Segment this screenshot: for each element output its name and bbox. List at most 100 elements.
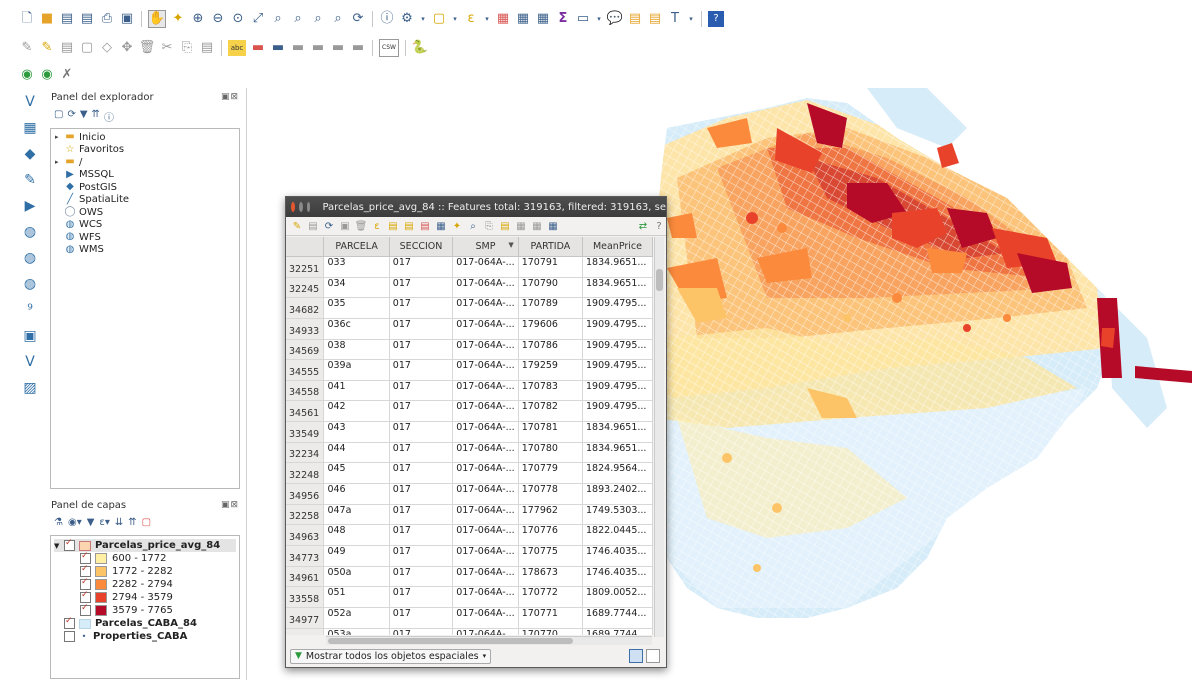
add-wcs-icon[interactable]: ◍ (20, 248, 40, 268)
field-calculator-icon[interactable]: ▦ (546, 219, 560, 233)
table-cell-tail[interactable]: 7 (652, 586, 653, 608)
table-row[interactable]: 34961 050a 017 017-064A-... 178673 1746.4035.… (286, 566, 653, 588)
dock-window-icon[interactable]: ⇄ (636, 219, 650, 233)
zoom-out-icon[interactable]: ⊖ (210, 11, 226, 27)
table-row[interactable]: 33549 043 017 017-064A-... 170781 1834.9651..… (286, 421, 653, 443)
row-header[interactable]: 34963 (286, 524, 325, 546)
deselect-icon[interactable]: ▦ (495, 11, 511, 27)
pan-to-selection-icon[interactable]: ✦ (170, 11, 186, 27)
select-by-expression-icon[interactable]: ε (370, 219, 384, 233)
table-row[interactable]: 34569 038 017 017-064A-... 170786 1909.4795..… (286, 339, 653, 361)
pan-icon[interactable]: ✋ (148, 10, 166, 28)
table-cell-meanprice[interactable]: 1834.9651... (582, 277, 653, 299)
table-cell-parcela[interactable]: 050a (323, 566, 390, 588)
row-header[interactable]: 34569 (286, 339, 325, 361)
browser-item[interactable]: ◍ WMS (55, 244, 239, 257)
select-all-icon[interactable]: ▤ (386, 219, 400, 233)
add-wfs-icon[interactable]: ◍ (20, 274, 40, 294)
table-cell-partida[interactable]: 170776 (518, 524, 584, 546)
table-cell-smp[interactable]: 017-064A-... (452, 586, 519, 608)
label-tool-icon[interactable]: abc (228, 40, 246, 56)
table-row[interactable]: 32245 034 017 017-064A-... 170790 1834.9651..… (286, 277, 653, 299)
save-as-icon[interactable]: ▤ (79, 11, 95, 27)
row-header[interactable]: 34555 (286, 359, 325, 381)
table-cell-parcela[interactable]: 033 (323, 256, 390, 278)
refresh-icon[interactable]: ⟳ (350, 11, 366, 27)
paste-features-icon[interactable]: ▤ (199, 40, 215, 56)
table-cell-seccion[interactable]: 017 (389, 339, 454, 361)
table-cell-tail[interactable]: 9 (652, 524, 653, 546)
horizontal-scrollbar-thumb[interactable] (328, 638, 573, 644)
layer-visibility-checkbox[interactable] (64, 631, 75, 642)
browser-item[interactable]: ◍ WCS (55, 219, 239, 232)
row-header[interactable]: 34977 (286, 607, 325, 629)
column-header-parcela[interactable]: PARCELA (323, 237, 390, 257)
legend-class-checkbox[interactable] (80, 603, 91, 616)
table-cell-meanprice[interactable]: 1834.9651... (582, 256, 653, 278)
table-row[interactable]: 32248 045 017 017-064A-... 170779 1824.9564..… (286, 462, 653, 485)
browser-item[interactable]: ☆ Favoritos (55, 144, 239, 157)
legend-class-checkbox[interactable] (80, 577, 91, 590)
attribute-table-titlebar[interactable]: Parcelas_price_avg_84 :: Features total:… (286, 197, 666, 217)
layer-visibility-checkbox[interactable] (64, 616, 75, 629)
collapse-all-icon[interactable]: ⇈ (128, 517, 136, 528)
column-header-partida[interactable]: PARTIDA (518, 237, 584, 257)
copy-rows-icon[interactable]: ⎘ (482, 219, 496, 233)
table-row[interactable]: 32258 047a 017 017-064A-... 177962 1749.5303.… (286, 504, 653, 526)
table-cell-seccion[interactable]: 017 (389, 277, 454, 299)
table-cell-tail[interactable]: 4 (652, 318, 653, 340)
table-cell-parcela[interactable]: 035 (323, 297, 390, 319)
add-wfs-layer-icon[interactable]: ◉ (39, 67, 55, 83)
change-label-icon[interactable]: ▬ (350, 40, 366, 56)
table-cell-seccion[interactable]: 017 (389, 566, 454, 588)
browser-item[interactable]: ╱ SpatiaLite (55, 194, 239, 207)
show-bookmarks-icon[interactable]: ▤ (647, 11, 663, 27)
table-cell-parcela[interactable]: 042 (323, 400, 390, 423)
add-mssql-layer-icon[interactable]: ▶ (20, 196, 40, 216)
table-cell-seccion[interactable]: 017 (389, 628, 454, 635)
table-cell-parcela[interactable]: 044 (323, 442, 390, 464)
table-cell-tail[interactable]: 6 (652, 566, 653, 588)
table-cell-partida[interactable]: 170791 (518, 256, 584, 278)
invert-selection-icon[interactable]: ▤ (402, 219, 416, 233)
help-icon[interactable]: ? (652, 219, 666, 233)
table-cell-seccion[interactable]: 017 (389, 380, 454, 402)
layers-panel-controls[interactable]: ▣⊠ (221, 500, 239, 510)
feature-filter-dropdown[interactable]: ▼ Mostrar todos los objetos espaciales ▾ (290, 648, 492, 664)
column-header-meanprice[interactable]: MeanPrice (582, 237, 653, 257)
table-cell-partida[interactable]: 170780 (518, 442, 584, 464)
zoom-in-icon[interactable]: ⊕ (190, 11, 206, 27)
table-cell-partida[interactable]: 178673 (518, 566, 584, 588)
add-virtual-layer-icon[interactable]: ▣ (20, 326, 40, 346)
table-cell-parcela[interactable]: 049 (323, 545, 390, 567)
table-cell-tail[interactable]: 1 (652, 462, 653, 485)
table-cell-parcela[interactable]: 048 (323, 524, 390, 546)
table-row[interactable]: 34682 035 017 017-064A-... 170789 1909.4795..… (286, 297, 653, 319)
table-cell-parcela[interactable]: 034 (323, 277, 390, 299)
table-row[interactable]: 34963 048 017 017-064A-... 170776 1822.0445..… (286, 524, 653, 546)
python-console-icon[interactable]: 🐍 (412, 40, 428, 56)
move-feature-icon[interactable]: ✥ (119, 40, 135, 56)
form-view-icon[interactable] (646, 649, 660, 663)
table-cell-parcela[interactable]: 036c (323, 318, 390, 340)
table-cell-tail[interactable]: 7 (652, 607, 653, 629)
row-header[interactable]: 33549 (286, 421, 325, 443)
open-project-icon[interactable]: ■ (39, 11, 55, 27)
table-cell-meanprice[interactable]: 1824.9564... (582, 462, 653, 485)
new-bookmark-icon[interactable]: ▤ (627, 11, 643, 27)
table-cell-smp[interactable]: 017-064A-... (452, 607, 519, 629)
show-hide-labels-icon[interactable]: ▬ (290, 40, 306, 56)
table-cell-parcela[interactable]: 043 (323, 421, 390, 443)
row-header[interactable]: 34956 (286, 483, 325, 505)
table-cell-meanprice[interactable]: 1834.9651... (582, 421, 653, 443)
table-cell-tail[interactable]: 5 (652, 545, 653, 567)
table-cell-seccion[interactable]: 017 (389, 318, 454, 340)
table-cell-partida[interactable]: 170782 (518, 400, 584, 423)
add-feature-icon[interactable]: ▢ (79, 40, 95, 56)
add-wms-icon[interactable]: ◍ (20, 222, 40, 242)
table-cell-partida[interactable]: 170790 (518, 277, 584, 299)
expand-arrow-icon[interactable]: ▼ (54, 542, 64, 550)
delete-selected-icon[interactable]: 🗑 (139, 40, 156, 56)
row-header[interactable]: 34933 (286, 318, 325, 340)
maximize-window-button[interactable] (306, 202, 311, 212)
